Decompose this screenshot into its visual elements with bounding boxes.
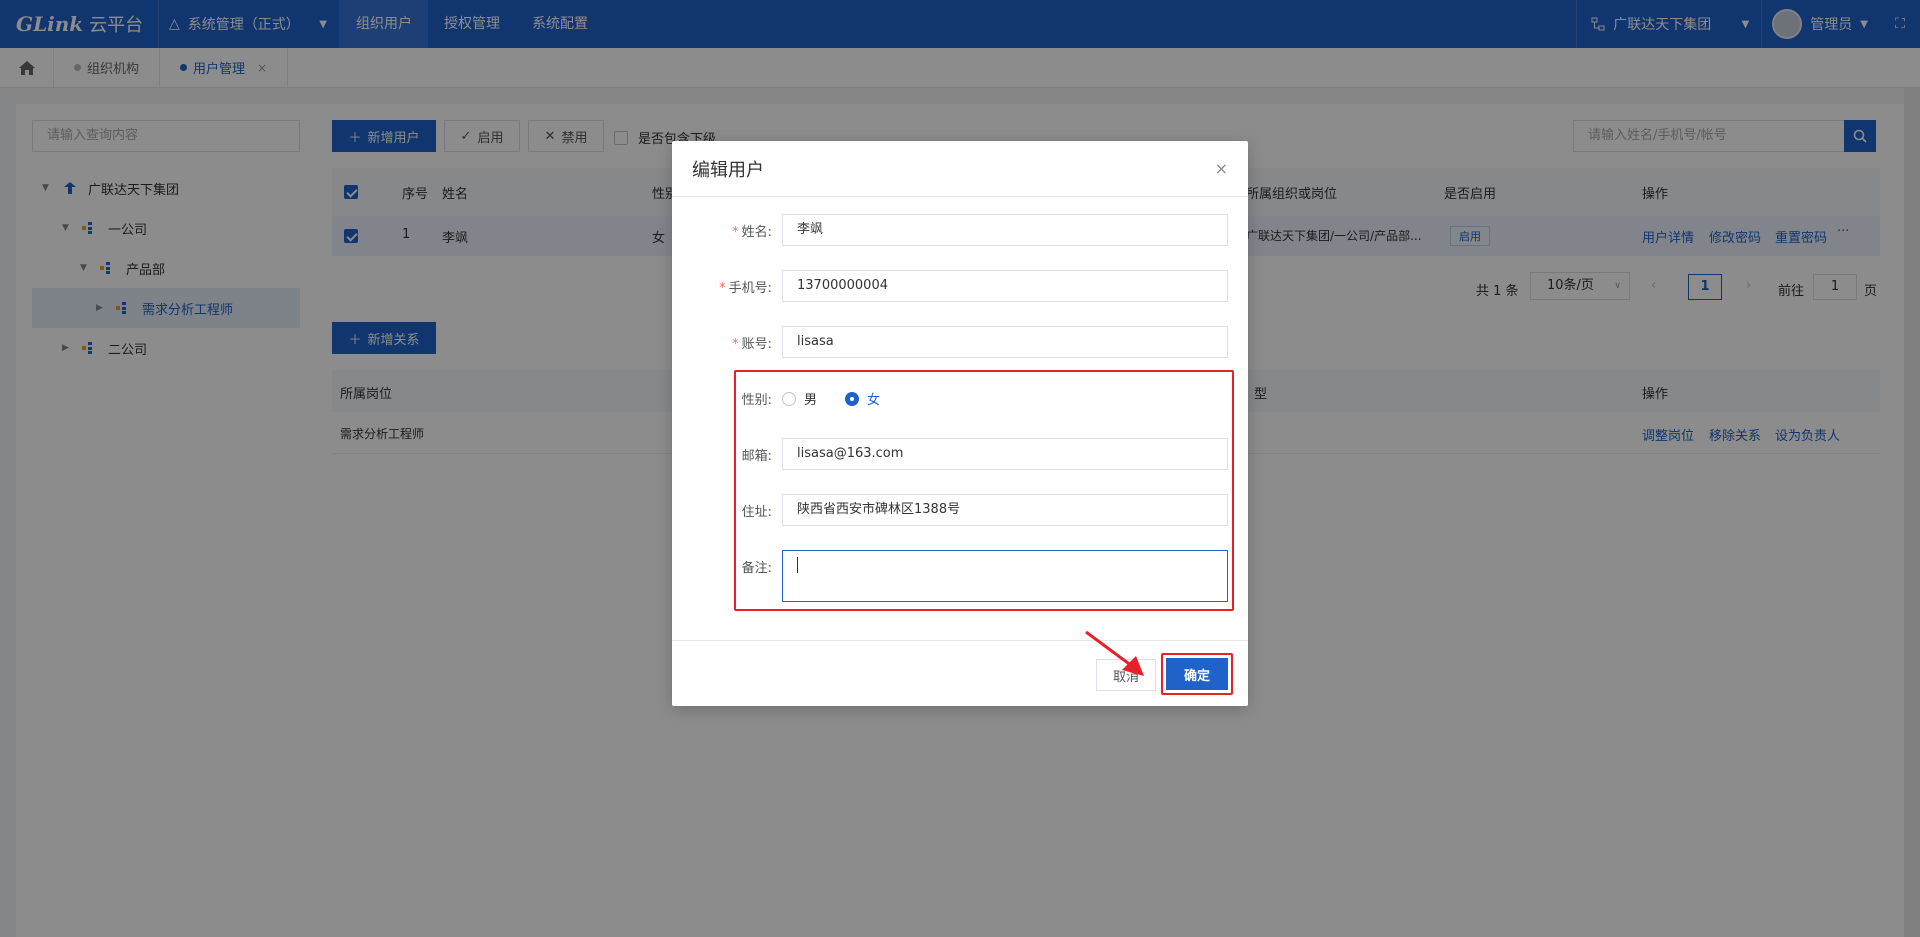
- required-mark: *: [732, 225, 739, 240]
- required-mark: *: [732, 337, 739, 352]
- name-field[interactable]: 李飒: [782, 214, 1228, 246]
- phone-field[interactable]: 13700000004: [782, 270, 1228, 302]
- edit-user-dialog: 编辑用户 × * 姓名: 李飒 * 手机号: 13700000004 * 账号: li…: [672, 141, 1248, 706]
- dialog-header: 编辑用户 ×: [672, 141, 1248, 197]
- close-icon[interactable]: ×: [1215, 159, 1228, 178]
- required-mark: *: [719, 281, 726, 296]
- dialog-title: 编辑用户: [692, 159, 764, 181]
- label-text: 手机号:: [728, 281, 772, 296]
- arrow-annotation-icon: [1085, 630, 1144, 676]
- label-text: 账号:: [741, 337, 772, 352]
- account-field[interactable]: lisasa: [782, 326, 1228, 358]
- dialog-footer: 取消 确定: [672, 640, 1248, 706]
- highlight-box: [734, 370, 1234, 611]
- account-label: * 账号:: [672, 333, 772, 352]
- phone-label: * 手机号:: [672, 277, 772, 296]
- confirm-button[interactable]: 确定: [1166, 658, 1228, 690]
- name-label: * 姓名:: [672, 221, 772, 240]
- label-text: 姓名:: [741, 225, 772, 240]
